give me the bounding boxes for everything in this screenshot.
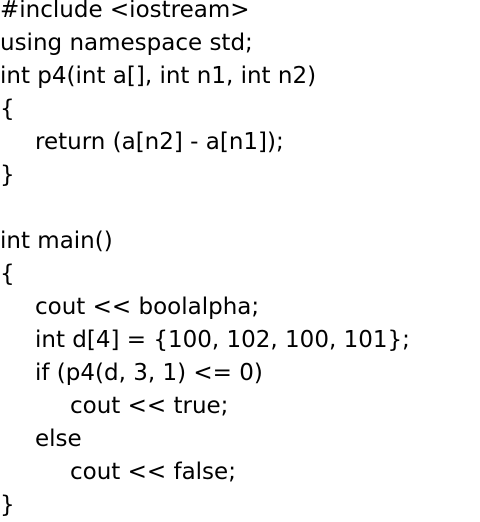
code-line: cout << true; [70,393,229,419]
code-listing: #include <iostream> using namespace std; i… [0,0,480,520]
code-line: else [35,426,82,452]
code-line: { [0,261,15,287]
code-line: return (a[n2] - a[n1]); [35,129,284,155]
code-line: cout << boolalpha; [35,294,260,320]
code-line: #include <iostream> [0,0,250,23]
code-line: using namespace std; [0,30,253,56]
code-line: int main() [0,228,113,254]
code-line: } [0,492,15,518]
code-line: int p4(int a[], int n1, int n2) [0,63,317,89]
code-line: if (p4(d, 3, 1) <= 0) [35,360,263,386]
code-line: int d[4] = {100, 102, 100, 101}; [35,327,410,353]
code-line: cout << false; [70,459,236,485]
code-line: } [0,162,15,188]
code-line: { [0,96,15,122]
